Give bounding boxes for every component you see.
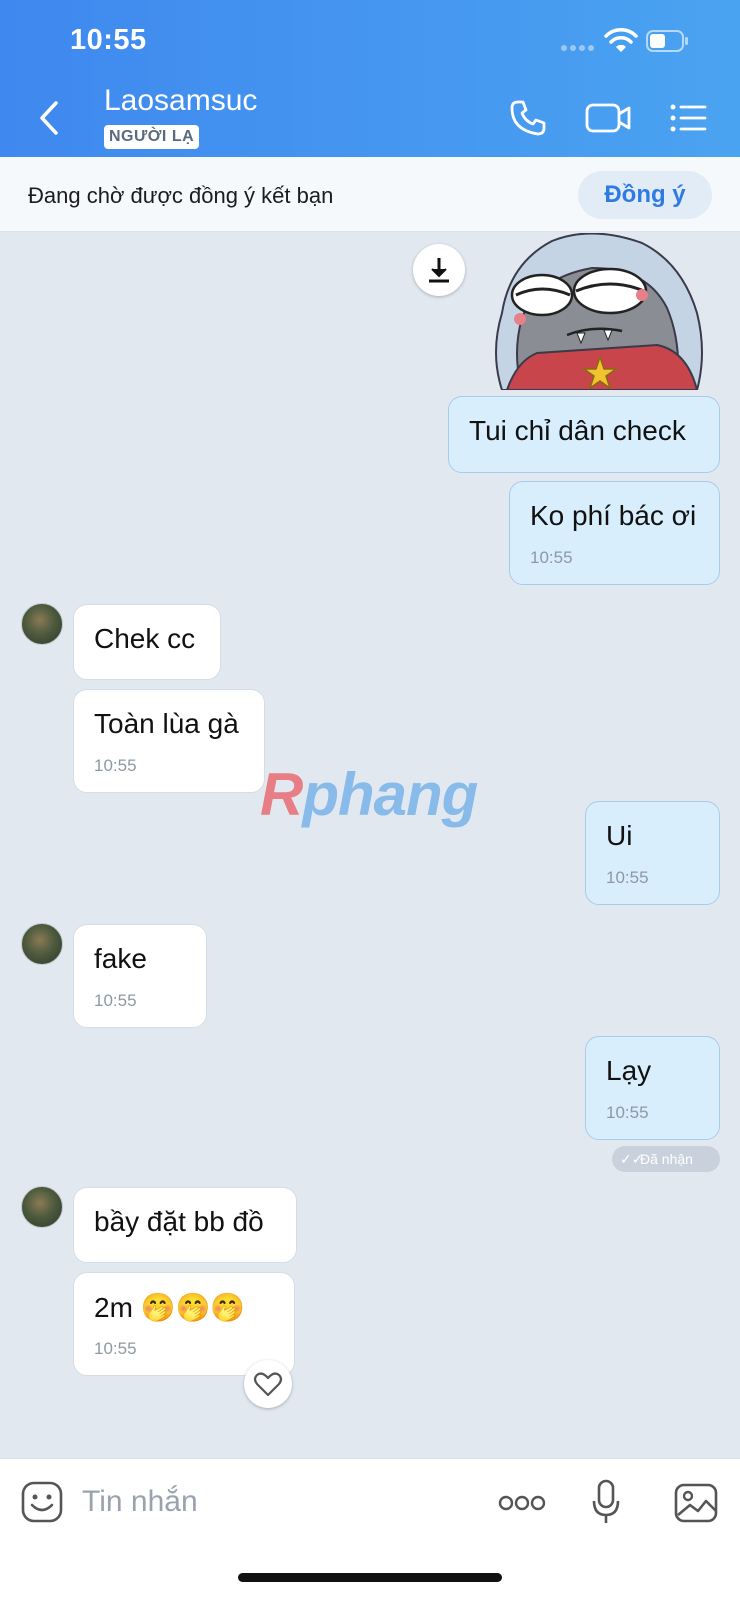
message-text: Tui chỉ dân check [469, 415, 686, 446]
message-composer [0, 1458, 740, 1600]
image-icon[interactable] [674, 1483, 718, 1523]
message-bubble-incoming[interactable]: Chek cc [73, 604, 221, 680]
message-bubble-outgoing[interactable]: Ui 10:55 [585, 801, 720, 905]
message-text: Lạy [606, 1055, 652, 1086]
phone-icon[interactable] [508, 98, 548, 138]
friend-request-bar: Đang chờ được đồng ý kết bạn Đồng ý [0, 157, 740, 232]
wifi-icon [604, 28, 638, 52]
sticker-image[interactable] [482, 233, 722, 390]
signal-icon [561, 45, 597, 51]
home-indicator [238, 1573, 502, 1582]
friend-request-text: Đang chờ được đồng ý kết bạn [28, 183, 334, 208]
received-status-badge: ✓✓ Đã nhận [612, 1146, 720, 1172]
message-text: fake [94, 943, 147, 974]
double-check-icon: ✓✓ [620, 1151, 644, 1167]
message-text: Ko phí bác ơi [530, 500, 697, 531]
chat-header: 10:55 Laosamsuc NGƯỜI LẠ [0, 0, 740, 157]
contact-avatar[interactable] [21, 1186, 63, 1228]
message-time: 10:55 [94, 1339, 137, 1358]
message-bubble-incoming[interactable]: bầy đặt bb đồ [73, 1187, 297, 1263]
emoji-icon[interactable] [21, 1481, 63, 1523]
message-text: bầy đặt bb đồ [94, 1206, 264, 1237]
message-bubble-outgoing[interactable]: Lạy 10:55 [585, 1036, 720, 1140]
microphone-icon[interactable] [591, 1479, 621, 1525]
message-time: 10:55 [530, 548, 573, 567]
back-icon[interactable] [30, 95, 70, 141]
message-text: Chek cc [94, 623, 196, 654]
message-bubble-outgoing[interactable]: Tui chỉ dân check [448, 396, 720, 473]
contact-avatar[interactable] [21, 603, 63, 645]
message-text: Ui [606, 820, 633, 851]
message-list[interactable]: Tui chỉ dân check Ko phí bác ơi 10:55 Ch… [0, 233, 740, 1458]
more-options-icon[interactable] [498, 1493, 546, 1513]
message-time: 10:55 [606, 1103, 649, 1122]
contact-avatar[interactable] [21, 923, 63, 965]
contact-name[interactable]: Laosamsuc [104, 84, 257, 118]
stranger-badge: NGƯỜI LẠ [104, 125, 200, 149]
status-time: 10:55 [70, 24, 147, 56]
video-icon[interactable] [585, 98, 631, 138]
message-bubble-incoming[interactable]: fake 10:55 [73, 924, 207, 1028]
accept-friend-button[interactable]: Đồng ý [578, 171, 712, 219]
message-time: 10:55 [94, 991, 137, 1010]
react-button[interactable] [244, 1360, 292, 1408]
watermark-logo: Rphang [260, 761, 478, 828]
message-input[interactable] [82, 1481, 462, 1523]
message-time: 10:55 [94, 756, 137, 775]
battery-icon [646, 30, 688, 52]
message-text: Toàn lùa gà [94, 708, 239, 739]
heart-icon [253, 1372, 283, 1397]
message-bubble-outgoing[interactable]: Ko phí bác ơi 10:55 [509, 481, 720, 585]
message-text: 2m 🤭🤭🤭 [94, 1292, 246, 1323]
message-bubble-incoming[interactable]: Toàn lùa gà 10:55 [73, 689, 265, 793]
download-button[interactable] [413, 244, 465, 296]
download-icon [429, 258, 449, 283]
list-icon[interactable] [668, 98, 708, 138]
message-time: 10:55 [606, 868, 649, 887]
